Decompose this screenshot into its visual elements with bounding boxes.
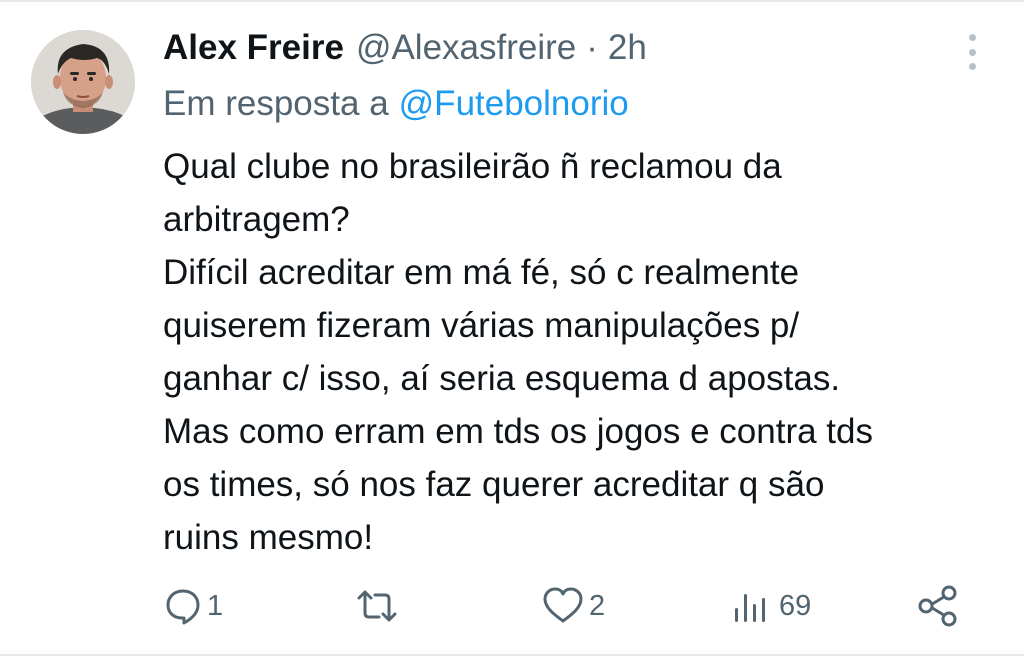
more-options-button[interactable] [960, 30, 984, 74]
retweet-icon [357, 590, 397, 622]
reply-to-handle-link[interactable]: @Futebolnorio [399, 84, 629, 124]
author-handle[interactable]: @Alexasfreire [356, 28, 576, 68]
like-count: 2 [589, 589, 606, 622]
like-button[interactable]: 2 [541, 580, 605, 632]
tweet-text-line: quiserem fizeram várias manipulações p/ [163, 306, 800, 345]
tweet-text-line: Mas como erram em tds os jogos e contra … [163, 412, 873, 451]
share-icon [918, 585, 957, 627]
heart-icon [543, 587, 583, 623]
post-timestamp[interactable]: 2h [608, 28, 647, 68]
tweet-text-line: Difícil acreditar em má fé, só c realmen… [163, 253, 800, 292]
action-bar: 1 2 69 [0, 580, 1024, 632]
reply-context: Em resposta a @Futebolnorio [163, 80, 629, 128]
tweet-text-line: ganhar c/ isso, aí seria esquema d apost… [163, 359, 841, 398]
tweet-text-line: ruins mesmo! [163, 518, 374, 557]
views-bar-icon [735, 594, 765, 622]
views-count: 69 [779, 589, 812, 622]
user-avatar-photo-icon [31, 30, 135, 134]
tweet-text-line: Qual clube no brasileirão ñ reclamou da [163, 147, 782, 186]
tweet-text-line: os times, só nos faz querer acreditar q … [163, 465, 825, 504]
author-name[interactable]: Alex Freire [163, 28, 344, 68]
share-button[interactable] [916, 580, 960, 632]
more-dot-icon [968, 48, 976, 56]
more-dot-icon [968, 63, 976, 70]
tweet-card: Alex Freire @Alexasfreire · 2h Em respos… [0, 0, 1024, 656]
reply-button[interactable]: 1 [163, 580, 223, 632]
tweet-text: Qual clube no brasileirão ñ reclamou da … [163, 140, 1003, 564]
retweet-button[interactable] [355, 580, 403, 632]
reply-bubble-icon [166, 589, 200, 625]
tweet-text-line: arbitragem? [163, 200, 350, 239]
tweet-header: Alex Freire @Alexasfreire · 2h [163, 24, 647, 72]
reply-prefix: Em resposta a [163, 84, 389, 123]
author-avatar[interactable] [31, 30, 135, 134]
views-button[interactable]: 69 [731, 580, 811, 632]
reply-count: 1 [207, 589, 224, 622]
more-dot-icon [968, 34, 976, 41]
header-separator: · [586, 28, 598, 67]
